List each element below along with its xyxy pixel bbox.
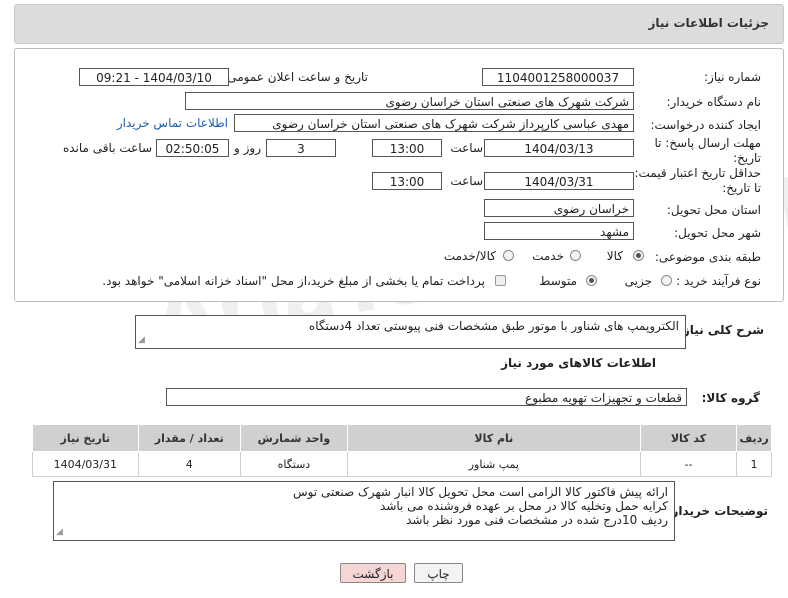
col-date: تاریخ نیاز: [32, 424, 139, 452]
creator-field: مهدی عباسی کارپرداز شرکت شهرک های صنعتی …: [234, 114, 634, 132]
category-option-service: خدمت: [532, 249, 564, 263]
page-header: جزئیات اطلاعات نیاز: [14, 4, 784, 44]
description-label: شرح کلی نیاز:: [678, 323, 764, 337]
cell-code: --: [639, 451, 738, 477]
deadline-time-field: 13:00: [372, 139, 442, 157]
category-radio-service[interactable]: [570, 250, 581, 261]
cell-date: 1404/03/31: [32, 451, 139, 477]
validity-hour-label: ساعت: [450, 174, 483, 188]
deadline-date-field: 1404/03/13: [484, 139, 634, 157]
remaining-label: ساعت باقی مانده: [62, 141, 152, 155]
col-name: نام کالا: [346, 424, 641, 452]
category-radio-goods[interactable]: [633, 250, 644, 261]
table-row: 1 -- پمپ شناور دستگاه 4 1404/03/31: [32, 451, 772, 477]
process-radio-medium[interactable]: [586, 275, 597, 286]
resize-grip-icon[interactable]: ◢: [138, 333, 145, 347]
buyer-contact-link[interactable]: اطلاعات تماس خریدار: [117, 116, 228, 130]
process-option-medium: متوسط: [539, 274, 577, 288]
cell-unit: دستگاه: [240, 451, 348, 477]
process-label: نوع فرآیند خرید :: [676, 274, 761, 288]
process-option-minor: جزیی: [624, 274, 652, 288]
col-qty: تعداد / مقدار: [137, 424, 242, 452]
back-button[interactable]: بازگشت: [340, 563, 406, 583]
days-label: روز و: [234, 141, 261, 155]
category-option-goods-service: کالا/خدمت: [443, 249, 496, 263]
cell-name: پمپ شناور: [346, 451, 641, 477]
col-code: کد کالا: [639, 424, 738, 452]
goods-group-field: قطعات و تجهیزات تهویه مطبوع: [166, 388, 687, 406]
process-radio-minor[interactable]: [661, 275, 672, 286]
cell-qty: 4: [137, 451, 242, 477]
need-number-label: شماره نیاز:: [704, 70, 761, 84]
goods-section-title: اطلاعات کالاهای مورد نیاز: [501, 356, 656, 370]
col-row: ردیف: [736, 424, 772, 452]
buyer-notes-label: توضیحات خریدار:: [666, 504, 768, 518]
deadline-hour-label: ساعت: [450, 141, 483, 155]
validity-date-field: 1404/03/31: [484, 172, 634, 190]
goods-table: ردیف کد کالا نام کالا واحد شمارش تعداد /…: [32, 424, 772, 477]
deadline-label-2: تاریخ:: [733, 151, 761, 165]
buyer-notes-line-3: ردیف 10درج شده در مشخصات فنی مورد نظر با…: [406, 513, 668, 527]
city-label: شهر محل تحویل:: [674, 226, 761, 240]
buyer-notes-textarea: ارائه پیش فاکتور کالا الزامی است محل تحو…: [53, 481, 675, 541]
buyer-org-field: شرکت شهرک های صنعتی استان خراسان رضوی: [185, 92, 634, 110]
category-label: طبقه بندی موضوعی:: [654, 250, 761, 264]
category-option-goods: کالا: [606, 249, 623, 263]
need-number-field: 1104001258000037: [482, 68, 634, 86]
category-radio-goods-service[interactable]: [503, 250, 514, 261]
resize-grip-icon[interactable]: ◢: [56, 525, 63, 539]
description-text: الکتروپمپ های شناور با موتور طبق مشخصات …: [308, 319, 679, 333]
treasury-payment-checkbox[interactable]: [495, 275, 506, 286]
buyer-org-label: نام دستگاه خریدار:: [666, 95, 762, 109]
col-unit: واحد شمارش: [240, 424, 348, 452]
remaining-time-field: 02:50:05: [156, 139, 229, 157]
validity-label-2: تا تاریخ:: [722, 181, 761, 195]
goods-group-label: گروه کالا:: [701, 391, 760, 405]
cell-row: 1: [736, 451, 772, 477]
treasury-payment-note: پرداخت تمام یا بخشی از مبلغ خرید،از محل …: [102, 274, 485, 288]
creator-label: ایجاد کننده درخواست:: [650, 118, 761, 132]
page-title: جزئیات اطلاعات نیاز: [648, 16, 769, 30]
print-button[interactable]: چاپ: [414, 563, 463, 583]
buyer-notes-line-2: کرایه حمل وتخلیه کالا در محل بر عهده فرو…: [380, 499, 668, 513]
validity-label: حداقل تاریخ اعتبار قیمت:: [634, 166, 761, 180]
city-field: مشهد: [484, 222, 634, 240]
buyer-notes-line-1: ارائه پیش فاکتور کالا الزامی است محل تحو…: [292, 485, 668, 499]
announce-field: 1404/03/10 - 09:21: [79, 68, 229, 86]
deadline-label: مهلت ارسال پاسخ: تا: [654, 136, 761, 150]
days-field: 3: [266, 139, 336, 157]
province-field: خراسان رضوی: [484, 199, 634, 217]
province-label: استان محل تحویل:: [666, 203, 761, 217]
description-textarea: الکتروپمپ های شناور با موتور طبق مشخصات …: [135, 315, 686, 349]
announce-label: تاریخ و ساعت اعلان عمومی:: [223, 70, 368, 84]
validity-time-field: 13:00: [372, 172, 442, 190]
